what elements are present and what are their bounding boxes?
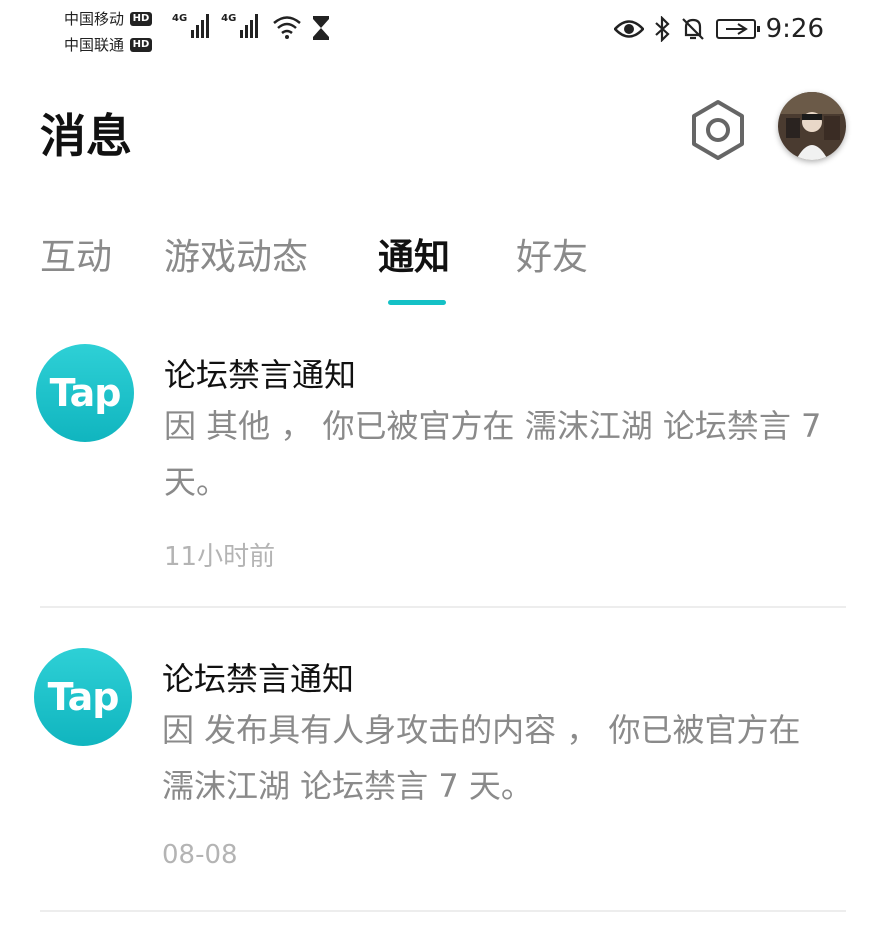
notification-body-line: 天。 bbox=[164, 463, 229, 501]
carrier-info: 中国移动 HD 中国联通 HD bbox=[64, 6, 153, 58]
page-title: 消息 bbox=[40, 109, 132, 163]
signal-indicators: 4G 4G bbox=[172, 13, 259, 38]
bluetooth-icon bbox=[654, 16, 670, 42]
notification-time: 08-08 bbox=[162, 840, 238, 870]
carrier-1-label: 中国移动 bbox=[64, 10, 125, 28]
hd-badge-1: HD bbox=[130, 12, 153, 26]
notification-title: 论坛禁言通知 bbox=[164, 356, 357, 394]
signal-bars-1-icon bbox=[191, 14, 210, 38]
carrier-2-label: 中国联通 bbox=[64, 36, 125, 54]
tab-interaction[interactable]: 互动 bbox=[40, 228, 112, 280]
tab-friends[interactable]: 好友 bbox=[516, 228, 588, 280]
user-avatar[interactable] bbox=[778, 92, 846, 160]
tap-logo-icon: Tap bbox=[34, 648, 132, 746]
divider bbox=[40, 606, 846, 608]
battery-icon bbox=[715, 19, 760, 39]
hd-badge-2: HD bbox=[130, 38, 153, 52]
avatar-image bbox=[778, 92, 846, 160]
tab-notifications[interactable]: 通知 bbox=[378, 228, 450, 280]
wifi-icon bbox=[273, 16, 301, 39]
tab-game-updates[interactable]: 游戏动态 bbox=[164, 228, 308, 280]
notification-title: 论坛禁言通知 bbox=[162, 660, 355, 698]
network-type-2: 4G bbox=[221, 13, 237, 24]
divider bbox=[40, 910, 846, 912]
clock: 9:26 bbox=[765, 14, 824, 44]
notification-body: 因 其他 ， 你已被官方在 濡沫江湖 论坛禁言 7 天。 bbox=[164, 398, 850, 510]
tab-bar: 互动 游戏动态 通知 好友 bbox=[40, 228, 860, 308]
hourglass-icon bbox=[313, 16, 329, 40]
notification-body-line: 因 其他 ， 你已被官方在 濡沫江湖 论坛禁言 7 bbox=[164, 407, 822, 445]
tap-logo-icon: Tap bbox=[36, 344, 134, 442]
notification-body-line: 濡沫江湖 论坛禁言 7 天。 bbox=[162, 767, 533, 805]
signal-bars-2-icon bbox=[240, 14, 259, 38]
page-header: 消息 bbox=[40, 92, 846, 172]
bell-muted-icon bbox=[681, 18, 704, 40]
status-bar: 中国移动 HD 中国联通 HD 4G 4G 9:26 bbox=[0, 0, 886, 62]
notification-time: 11小时前 bbox=[164, 542, 276, 572]
settings-icon[interactable] bbox=[688, 98, 748, 162]
active-tab-indicator bbox=[388, 300, 446, 305]
eye-icon bbox=[613, 20, 644, 38]
network-type-1: 4G bbox=[172, 13, 188, 24]
notification-body: 因 发布具有人身攻击的内容 ， 你已被官方在 濡沫江湖 论坛禁言 7 天。 bbox=[162, 702, 848, 814]
system-status-icons: 9:26 bbox=[613, 14, 824, 44]
notification-body-line: 因 发布具有人身攻击的内容 ， 你已被官方在 bbox=[162, 711, 801, 749]
